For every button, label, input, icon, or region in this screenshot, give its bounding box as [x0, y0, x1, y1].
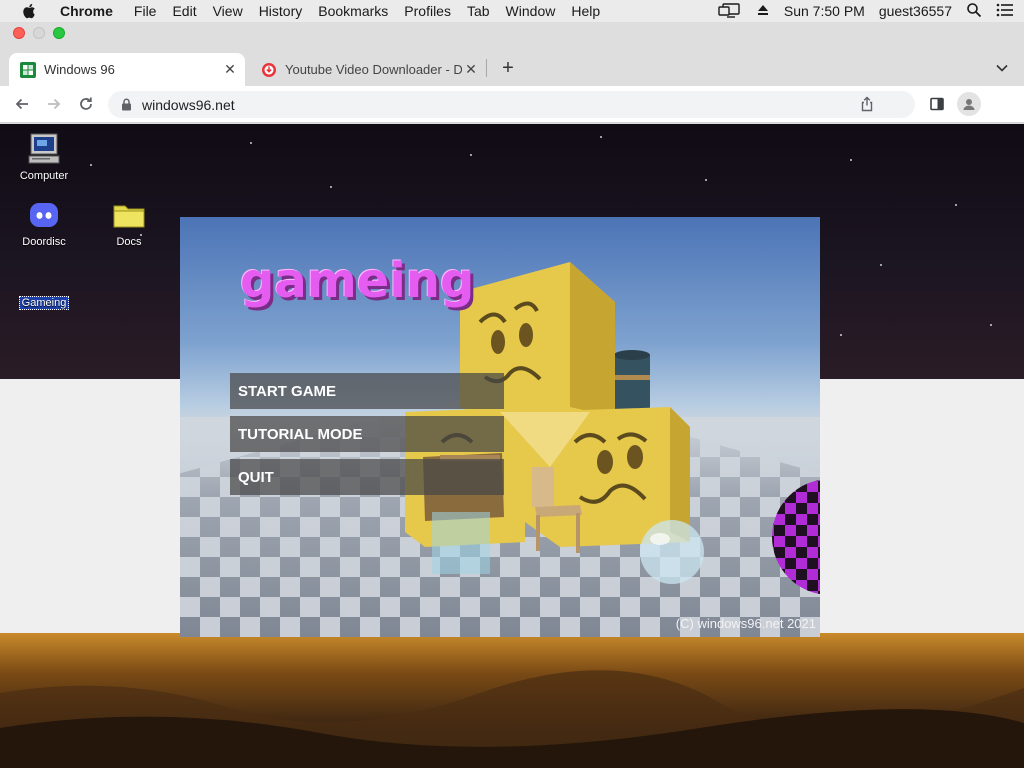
menu-help[interactable]: Help [563, 3, 608, 19]
tab-youtube-downloader[interactable]: Youtube Video Downloader - D ✕ [250, 53, 486, 86]
window-titlebar [0, 22, 1024, 44]
menu-history[interactable]: History [251, 3, 311, 19]
share-icon[interactable] [859, 96, 875, 112]
minimize-window-button[interactable] [33, 27, 45, 39]
menubar-status-area: Sun 7:50 PM guest36557 [718, 0, 1014, 22]
download-icon [261, 62, 277, 78]
menu-app-name[interactable]: Chrome [54, 3, 126, 19]
address-bar[interactable]: windows96.net [108, 91, 915, 118]
tab-title: Windows 96 [44, 62, 115, 77]
computer-icon [27, 132, 61, 166]
game-window[interactable]: gameing START GAME TUTORIAL MODE QUIT (C… [180, 217, 820, 637]
lock-icon[interactable] [119, 98, 133, 112]
close-tab-icon[interactable]: ✕ [462, 61, 480, 79]
menu-file[interactable]: File [126, 3, 165, 19]
screen-mirroring-icon[interactable] [718, 2, 742, 21]
eject-icon[interactable] [756, 3, 770, 20]
game-title: gameing [240, 253, 475, 309]
web-page: Computer Doordisc Docs Gameing gameing S… [0, 124, 1024, 768]
quit-button[interactable]: QUIT [230, 459, 504, 495]
reload-icon[interactable] [74, 92, 98, 116]
spotlight-search-icon[interactable] [966, 2, 982, 21]
tutorial-mode-button[interactable]: TUTORIAL MODE [230, 416, 504, 452]
desktop-icon-gameing[interactable]: Gameing [14, 274, 74, 310]
menubar-user[interactable]: guest36557 [879, 3, 952, 19]
menu-window[interactable]: Window [498, 3, 564, 19]
forward-arrow-icon[interactable] [42, 92, 66, 116]
discord-icon [27, 198, 61, 232]
menu-profiles[interactable]: Profiles [396, 3, 459, 19]
close-window-button[interactable] [13, 27, 25, 39]
close-tab-icon[interactable]: ✕ [221, 61, 239, 79]
tab-divider [486, 59, 487, 77]
tab-search-chevron-icon[interactable] [993, 58, 1011, 78]
desktop-icon-label: Computer [19, 170, 69, 182]
desktop-icon-doordisc[interactable]: Doordisc [14, 198, 74, 248]
windows96-icon [20, 61, 36, 78]
url-text[interactable]: windows96.net [142, 97, 235, 113]
new-tab-button[interactable]: + [498, 57, 518, 79]
apple-logo-icon[interactable] [20, 2, 38, 20]
desktop-mountain-landscape [0, 633, 1024, 768]
menu-view[interactable]: View [205, 3, 251, 19]
menu-bookmarks[interactable]: Bookmarks [310, 3, 396, 19]
profile-avatar-icon[interactable] [957, 92, 981, 116]
game-copyright: (C) windows96.net 2021 [675, 616, 816, 631]
browser-toolbar: windows96.net [0, 86, 1024, 123]
menu-tab[interactable]: Tab [459, 3, 498, 19]
desktop-icon-docs[interactable]: Docs [99, 198, 159, 248]
desktop-icon-label: Doordisc [22, 236, 66, 248]
start-game-button[interactable]: START GAME [230, 373, 504, 409]
game-shortcut-icon [27, 274, 61, 292]
side-panel-icon[interactable] [925, 92, 949, 116]
desktop-icon-label: Docs [116, 236, 142, 248]
macos-menubar: Chrome File Edit View History Bookmarks … [0, 0, 1024, 22]
zoom-window-button[interactable] [53, 27, 65, 39]
control-center-icon[interactable] [996, 3, 1014, 20]
menubar-clock[interactable]: Sun 7:50 PM [784, 3, 865, 19]
folder-icon [112, 198, 146, 232]
desktop-icon-label-selected: Gameing [18, 296, 70, 310]
tab-title: Youtube Video Downloader - D [285, 62, 462, 77]
menu-edit[interactable]: Edit [164, 3, 204, 19]
tab-windows96[interactable]: Windows 96 ✕ [9, 53, 245, 86]
back-arrow-icon[interactable] [10, 92, 34, 116]
desktop-icon-computer[interactable]: Computer [14, 132, 74, 182]
